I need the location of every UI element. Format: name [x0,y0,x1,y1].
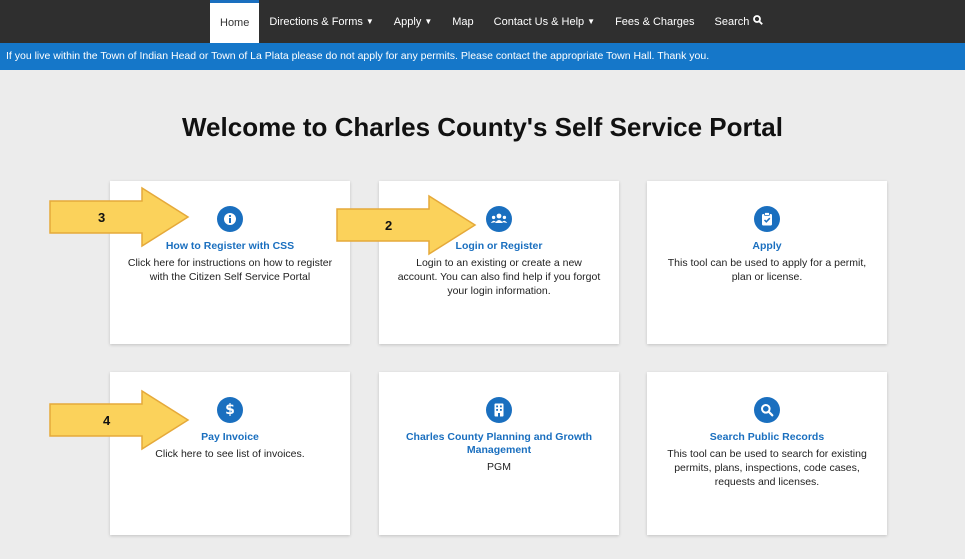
card-title: Apply [752,240,782,252]
card-description: Login to an existing or create a new acc… [397,257,601,297]
card-apply[interactable]: Apply This tool can be used to apply for… [647,181,887,344]
users-icon [486,206,512,232]
annotation-number: 3 [98,210,106,225]
caret-down-icon: ▼ [424,17,433,26]
nav-item-label: Map [452,15,474,28]
card-description: Click here for instructions on how to re… [127,257,333,283]
clipboard-check-icon [754,206,780,232]
card-title: Charles County Planning and Growth Manag… [405,431,593,456]
card-title: Search Public Records [709,431,825,443]
card-description: This tool can be used to apply for a per… [667,257,867,283]
top-navigation-bar: Home Directions & Forms ▼ Apply ▼ Map Co… [0,0,965,43]
nav-item-contact-help[interactable]: Contact Us & Help ▼ [484,0,605,43]
info-icon [217,206,243,232]
nav-item-label: Apply [393,15,422,28]
nav-item-home[interactable]: Home [210,0,260,43]
nav-item-label: Fees & Charges [615,15,695,28]
search-icon [753,15,764,28]
nav-item-label: Search [714,15,750,28]
nav-item-label: Home [220,17,250,29]
card-planning-growth-management[interactable]: Charles County Planning and Growth Manag… [379,372,619,535]
search-icon [754,397,780,423]
annotation-arrow-2: 2 [333,194,478,256]
nav-item-search[interactable]: Search [705,0,774,43]
notice-banner-text: If you live within the Town of Indian He… [6,50,710,62]
caret-down-icon: ▼ [587,17,596,26]
notice-banner: If you live within the Town of Indian He… [0,43,965,70]
annotation-arrow-4: 4 [46,389,191,451]
nav-item-fees-charges[interactable]: Fees & Charges [605,0,704,43]
nav-item-label: Directions & Forms [269,15,363,28]
annotation-number: 4 [103,413,111,428]
dollar-icon: $ [217,397,243,423]
nav-item-label: Contact Us & Help [493,15,585,28]
annotation-arrow-3: 3 [46,186,191,248]
nav-item-apply[interactable]: Apply ▼ [384,0,442,43]
building-icon [486,397,512,423]
caret-down-icon: ▼ [365,17,374,26]
card-description: PGM [487,461,511,473]
nav-list: Home Directions & Forms ▼ Apply ▼ Map Co… [210,0,773,43]
annotation-number: 2 [385,218,393,233]
card-description: This tool can be used to search for exis… [667,448,867,488]
card-search-public-records[interactable]: Search Public Records This tool can be u… [647,372,887,535]
nav-item-map[interactable]: Map [442,0,483,43]
page-title: Welcome to Charles County's Self Service… [181,112,783,142]
nav-item-directions-forms[interactable]: Directions & Forms ▼ [259,0,383,43]
